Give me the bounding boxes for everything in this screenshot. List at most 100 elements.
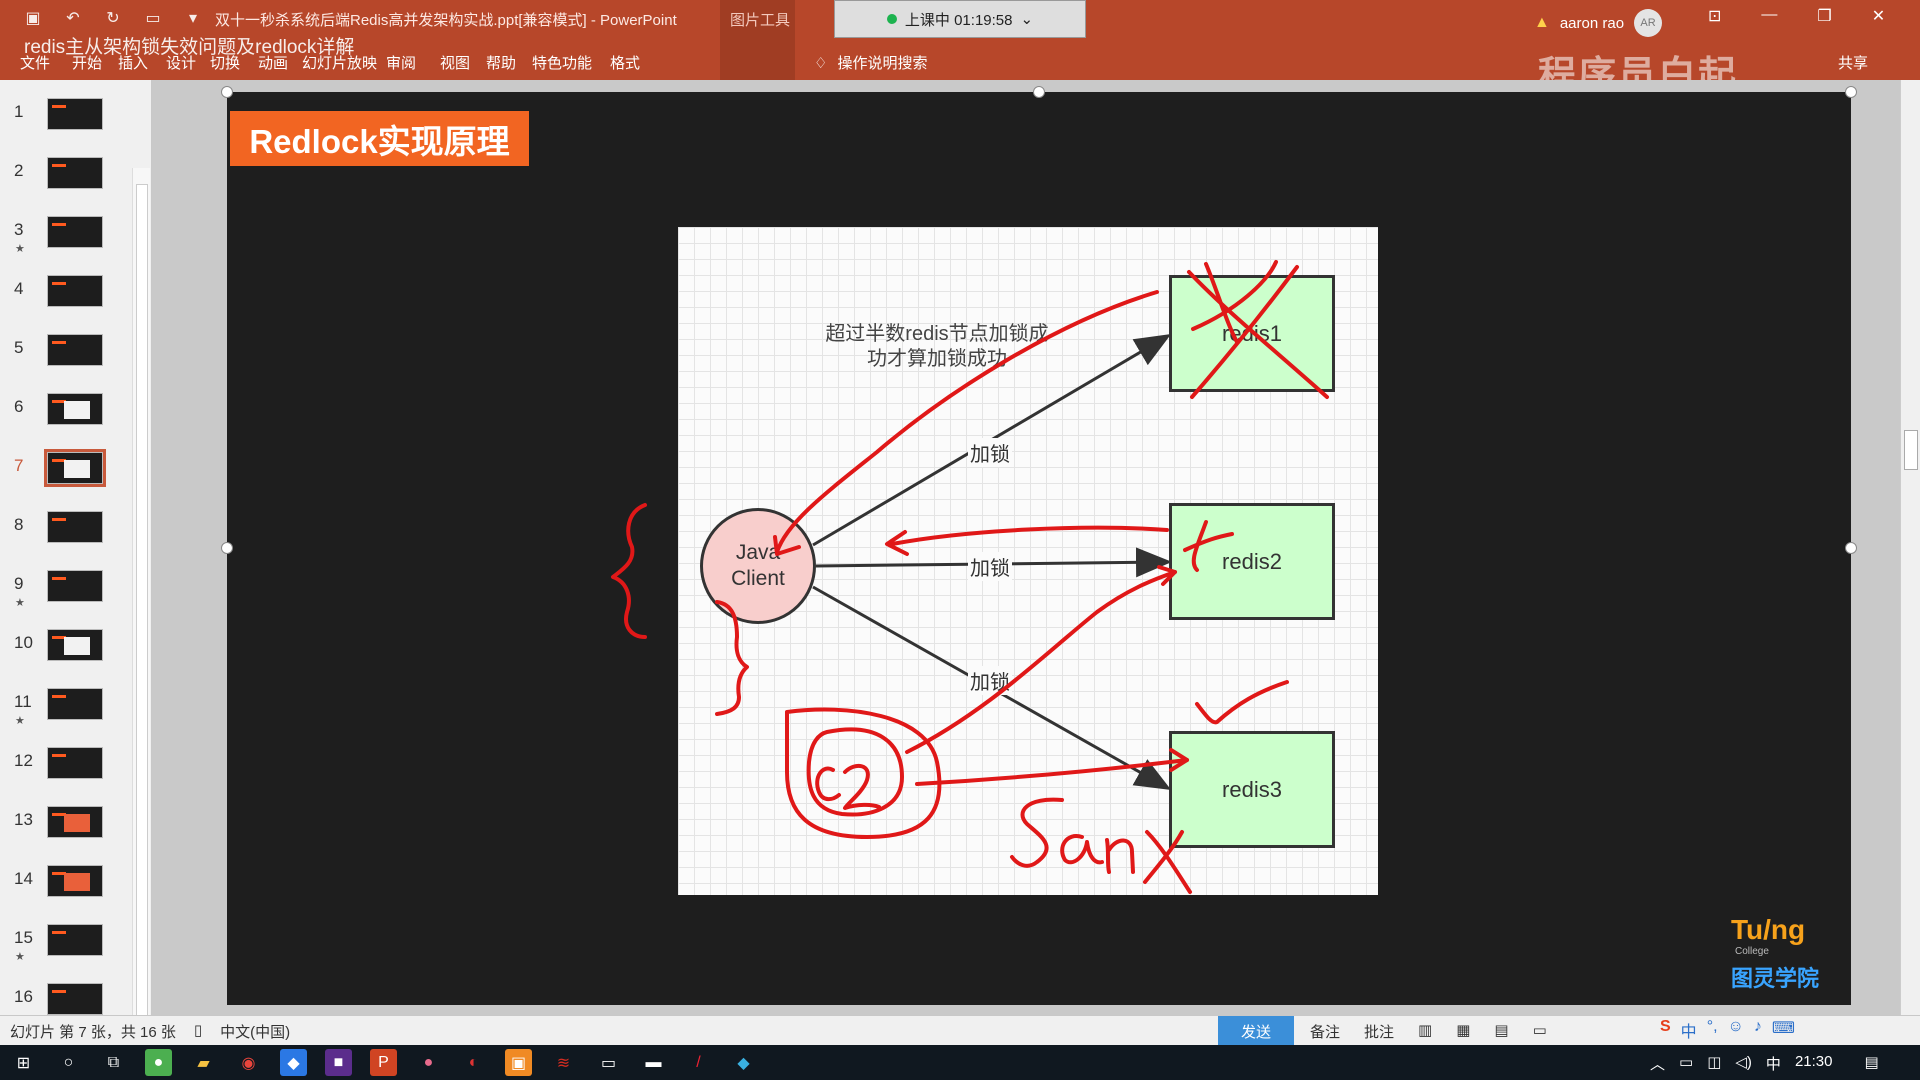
ribbon-tab[interactable]: 设计 [166,52,196,73]
preview-content [64,814,90,832]
app-window-icon[interactable]: ▭ [595,1049,622,1076]
preview-title-bar [52,695,66,698]
chevron-down-icon: ⌄ [1020,11,1034,28]
resize-handle-top[interactable] [1033,86,1045,98]
reading-view-icon[interactable]: ▤ [1494,1021,1508,1042]
app-orange-icon[interactable]: ▣ [505,1049,532,1076]
ribbon-tab[interactable]: 插入 [118,52,148,73]
ribbon-tab[interactable]: 特色功能 [532,52,592,73]
punctuation-icon: °, [1706,1018,1718,1035]
app-red-icon[interactable]: ◐ [460,1049,487,1076]
slide-thumbnail[interactable]: 12 [0,737,140,789]
ribbon-tab[interactable]: 视图 [440,52,470,73]
pen-annotations [611,260,1329,894]
task-view-icon[interactable]: ⧉ [100,1049,127,1076]
powerpoint-taskbar-icon[interactable]: P [370,1049,397,1076]
app-diamond-icon[interactable]: ◆ [730,1049,757,1076]
ribbon-tab[interactable]: 格式 [610,52,640,73]
tray-chevron-icon[interactable]: ︿ [1650,1053,1665,1074]
slide-thumbnail[interactable]: 16 [0,973,140,1015]
ribbon-tab[interactable]: 审阅 [386,52,416,73]
scrollbar-thumb[interactable] [136,184,148,1015]
close-icon[interactable]: ✕ [1872,6,1885,26]
save-icon[interactable]: ▣ [24,8,42,28]
app-purple-icon[interactable]: ■ [325,1049,352,1076]
present-icon[interactable]: ▭ [144,8,162,28]
animation-star-icon: ★ [15,597,25,609]
thumbnail-scrollbar[interactable] [132,168,150,1015]
resize-handle-left[interactable] [221,542,233,554]
tuling-college-text: College [1735,946,1769,957]
ribbon-tab[interactable]: 开始 [72,52,102,73]
slide-thumbnail[interactable]: 10 [0,619,140,671]
terminal-icon[interactable]: ▬ [640,1049,667,1076]
customize-qat-icon[interactable]: ▾ [184,8,202,28]
session-timer[interactable]: 上课中 01:19:58 ⌄ [834,0,1086,38]
tell-me-search[interactable]: ♢ 操作说明搜索 [814,52,927,73]
share-button[interactable]: 共享 [1838,52,1868,73]
network-icon[interactable]: ◫ [1707,1053,1721,1074]
ribbon-display-icon[interactable]: ⊡ [1708,6,1721,26]
ribbon-tab[interactable]: 帮助 [486,52,516,73]
slide-thumbnail[interactable]: 5 [0,324,140,376]
ribbon-tab[interactable]: 文件 [20,52,50,73]
slide-preview [47,334,103,366]
c2-letter-2 [843,763,881,810]
normal-view-icon[interactable]: ▥ [1418,1021,1432,1042]
slide-preview [47,629,103,661]
spellcheck-icon[interactable]: ▯ [194,1021,202,1042]
slide-thumbnail[interactable]: 4 [0,265,140,317]
slide-scrollbar[interactable] [1900,80,1920,1015]
slide-thumbnail[interactable]: 8 [0,501,140,553]
cortana-search-icon[interactable]: ○ [55,1049,82,1076]
language-indicator[interactable]: 中文(中国) [220,1021,290,1042]
slide-thumbnail[interactable]: 3 ★ [0,206,140,258]
resize-handle-tr[interactable] [1845,86,1857,98]
ribbon-tab[interactable]: 动画 [258,52,288,73]
undo-icon[interactable]: ↶ [64,8,82,28]
slide-thumbnail[interactable]: 15 ★ [0,914,140,966]
send-button[interactable]: 发送 [1218,1016,1294,1046]
redis-icon[interactable]: ≋ [550,1049,577,1076]
slide-thumbnail[interactable]: 13 [0,796,140,848]
minimize-icon[interactable]: — [1761,6,1777,26]
app-blue-icon[interactable]: ◆ [280,1049,307,1076]
redo-icon[interactable]: ↻ [104,8,122,28]
notes-button[interactable]: 备注 [1310,1021,1340,1042]
slide-number: 5 [14,338,24,357]
slide-thumbnail[interactable]: 6 [0,383,140,435]
slide-sorter-icon[interactable]: ▦ [1456,1021,1470,1042]
app-pink-icon[interactable]: ● [415,1049,442,1076]
battery-icon[interactable]: ▭ [1679,1053,1693,1074]
clock[interactable]: 21:30 [1795,1053,1833,1074]
resize-handle-right[interactable] [1845,542,1857,554]
c2-arrow-to-redis3 [915,758,1189,786]
slide-thumbnail[interactable]: 11 ★ [0,678,140,730]
notification-icon[interactable]: ▤ [1864,1053,1878,1074]
ribbon-tab[interactable]: 切换 [210,52,240,73]
slide-thumbnail[interactable]: 7 [0,442,140,494]
file-explorer-icon[interactable]: ▰ [190,1049,217,1076]
tray-ime[interactable]: 中 [1766,1053,1781,1074]
emoji-icon: ☺ [1727,1018,1744,1035]
restore-icon[interactable]: ❐ [1817,6,1831,26]
chrome-icon[interactable]: ◉ [235,1049,262,1076]
document-title: 双十一秒杀系统后端Redis高并发架构实战.ppt[兼容模式] - PowerP… [215,12,677,29]
resize-handle-tl[interactable] [221,86,233,98]
user-name: aaron rao [1559,14,1625,32]
slideshow-icon[interactable]: ▭ [1533,1021,1547,1042]
slide-thumbnail[interactable]: 2 [0,147,140,199]
slide-thumbnail[interactable]: 9 ★ [0,560,140,612]
volume-icon[interactable]: ◁) [1735,1053,1752,1074]
slide-thumbnail[interactable]: 1 [0,88,140,140]
user-account[interactable]: ▲ aaron rao AR [1534,9,1663,37]
ime-toolbar[interactable]: S 中 °, ☺ ♪ ⌨ [1660,1018,1795,1042]
slide-thumbnail[interactable]: 14 [0,855,140,907]
preview-title-bar [52,577,66,580]
pen-icon[interactable]: / [685,1049,712,1076]
slide-scrollbar-thumb[interactable] [1904,430,1918,470]
windows-start-icon[interactable]: ⊞ [10,1049,37,1076]
comments-button[interactable]: 批注 [1364,1021,1394,1042]
app-green-icon[interactable]: ● [145,1049,172,1076]
ribbon-tab[interactable]: 幻灯片放映 [302,52,377,73]
